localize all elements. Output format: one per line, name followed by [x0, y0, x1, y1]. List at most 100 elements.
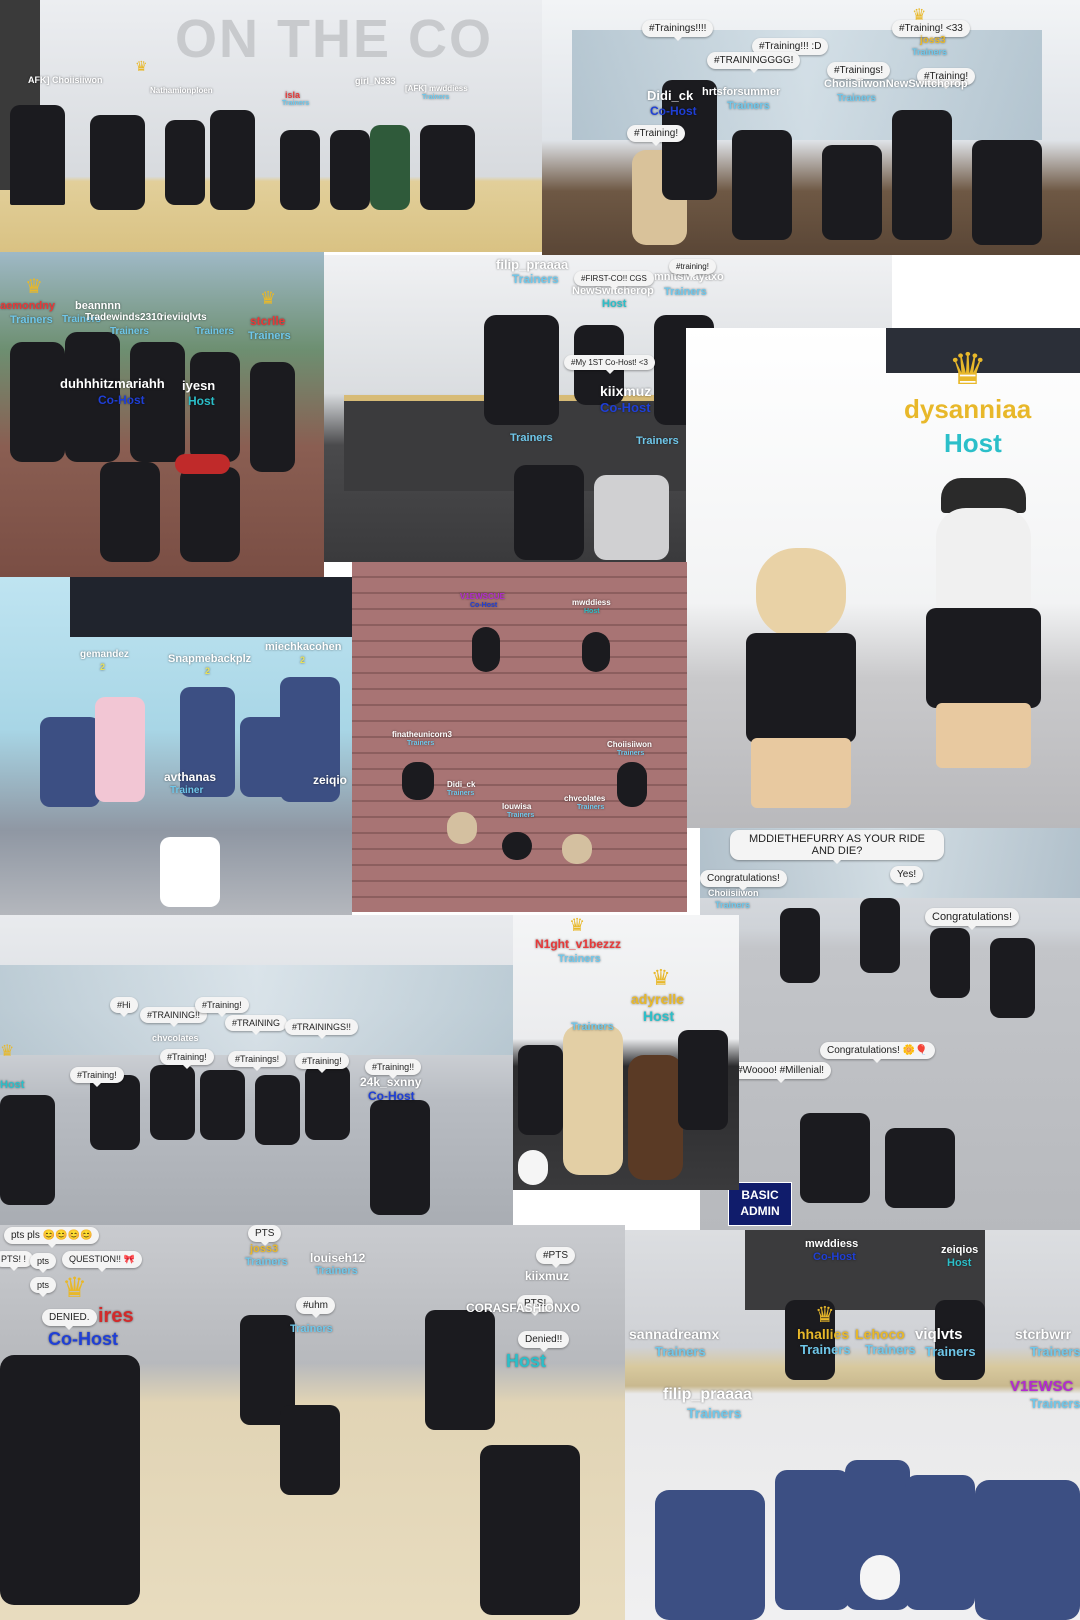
username-label: kiixmuz: [525, 1269, 570, 1283]
rank-label: 2: [300, 655, 306, 665]
rank-label: 2: [100, 662, 106, 672]
username-label: hhallies: [797, 1326, 850, 1342]
avatar-topdown: [502, 832, 532, 860]
crown-icon: ♛: [0, 1043, 15, 1060]
username-label: CORASFASHIONXO: [466, 1301, 581, 1315]
role-label: Trainers: [617, 750, 645, 757]
dark-window: [745, 1230, 985, 1310]
username-label: duhhhitzmariahh: [60, 376, 165, 391]
username-label: Choiisiiwon: [708, 888, 759, 898]
wall-sign-text: ON THE CO: [175, 9, 494, 69]
username-label: Snapmebackplz: [168, 653, 252, 665]
username-label: mwddiess: [572, 598, 611, 607]
role-label: Trainers: [110, 326, 149, 337]
photo-panel-pts-requests: pts pls 😊😊😊😊 PTS! ! pts QUESTION!! 🎀 pts…: [0, 1225, 625, 1620]
role-label: Trainers: [447, 790, 475, 797]
crown-icon: ♛: [135, 58, 148, 74]
crown-icon: ♛: [569, 915, 586, 935]
photo-panel-scrubs-group: mwddiess Co-Host zeiqios Host sannadream…: [625, 1230, 1080, 1620]
chat-bubble: pts: [30, 1253, 57, 1273]
role-label: Trainers: [912, 47, 948, 57]
role-label: Trainers: [315, 1265, 358, 1277]
chat-bubble: #TRAININGGGG!: [707, 52, 801, 73]
role-label: Co-Host: [48, 1329, 118, 1349]
avatar-group: [10, 105, 490, 215]
username-label: Tradewinds2310: [85, 312, 163, 323]
role-label: Host: [602, 298, 627, 310]
role-label: Trainers: [865, 1342, 916, 1357]
role-label: Co-Host: [368, 1089, 415, 1103]
role-label: Trainers: [715, 900, 751, 910]
photo-panel-hallway: #Trainings!!!! #Training!!! :D #TRAINING…: [542, 0, 1080, 255]
role-label: Trainers: [655, 1344, 706, 1359]
username-label: viqlvts: [915, 1326, 963, 1343]
role-label: Trainers: [195, 326, 234, 337]
crown-icon: ♛: [62, 1272, 88, 1303]
role-label: Trainers: [10, 314, 53, 326]
dark-window: [70, 577, 352, 637]
username-label: filip_praaaa: [496, 257, 569, 272]
role-label: Trainers: [636, 435, 679, 447]
role-label: Trainers: [664, 286, 707, 298]
role-label: Trainers: [727, 100, 770, 112]
host-role: Host: [944, 428, 1002, 458]
avatar-host-left: [726, 548, 876, 818]
username-label: louiseh12: [310, 1251, 366, 1265]
rank-label: 2: [205, 666, 211, 676]
role-label: Host: [947, 1257, 972, 1269]
username-label: ChoiisiiwonNewSwitcherop: [824, 78, 968, 90]
username-label: girl_N333: [355, 76, 396, 86]
chat-bubble: #Training!: [627, 125, 686, 146]
username-label: Lehoco: [855, 1326, 905, 1342]
username-label: filip_praaaa: [663, 1386, 752, 1403]
role-label: Trainers: [248, 330, 291, 342]
role-label: Trainers: [290, 1323, 333, 1335]
avatar-group: [632, 80, 1062, 250]
role-label: Host: [0, 1079, 25, 1091]
username-label: Nathamionploen: [150, 86, 213, 95]
chat-bubble: #Trainings!: [228, 1051, 287, 1071]
role-label: Trainers: [687, 1405, 742, 1421]
role-label: Trainers: [577, 804, 605, 811]
username-label: iyesn: [182, 378, 216, 393]
chat-bubble: DENIED.: [42, 1309, 97, 1330]
chat-bubble: Congratulations! 🌼🎈: [820, 1042, 935, 1063]
role-label: Host: [188, 394, 215, 408]
username-label: kiixmuz: [600, 383, 652, 399]
username-label: chvcolates: [152, 1033, 199, 1043]
chat-bubble: Denied!!: [518, 1331, 570, 1352]
avatar-topdown: [562, 834, 592, 864]
username-label: joss3: [920, 35, 946, 46]
username-label: isla: [285, 90, 301, 100]
chat-bubble: #Training!: [295, 1053, 349, 1073]
chat-bubble: #TRAININGS!!: [285, 1019, 359, 1039]
chat-bubble: #Training!: [195, 997, 249, 1017]
role-label: Trainers: [571, 1021, 614, 1033]
role-label: Co-Host: [650, 104, 697, 118]
username-label: Didi_ck: [447, 780, 476, 789]
role-label: Co-Host: [98, 393, 145, 407]
avatar-topdown: [447, 812, 477, 844]
photo-panel-plaza: aemondny Trainers beannnn Trainers Trade…: [0, 252, 324, 577]
role-label: Trainers: [558, 953, 601, 965]
chat-bubble: #My 1ST Co-Host! <3: [564, 355, 655, 374]
username-label: V1EWSC: [1010, 1378, 1074, 1395]
host-username: dysanniaa: [904, 394, 1032, 424]
chat-bubble: Congratulations!: [700, 870, 787, 891]
role-label: Trainers: [507, 812, 535, 819]
role-label: Trainers: [282, 100, 310, 107]
chat-bubble: #Training!!: [365, 1059, 422, 1079]
chat-bubble: #TRAINING: [225, 1015, 288, 1035]
chat-bubble: #training!: [669, 259, 716, 278]
role-label: Trainers: [422, 94, 450, 101]
username-label: zeiqios: [941, 1244, 979, 1256]
role-label: Trainers: [1030, 1396, 1080, 1411]
username-label: AFK] Choiisiiwon: [28, 75, 103, 85]
crown-icon: ♛: [912, 7, 927, 24]
photo-panel-group-lineup: ON THE CO AFK] Choiisiiwon Nathamionploe…: [0, 0, 542, 252]
chat-bubble: #FIRST-CO!! CGS: [574, 271, 654, 290]
photo-panel-host-closeup: ♛ dysanniaa Host: [686, 328, 1080, 828]
chat-bubble: #Trainings!: [827, 62, 891, 83]
role-label: Trainer: [170, 785, 204, 796]
role-label: Trainers: [510, 432, 553, 444]
